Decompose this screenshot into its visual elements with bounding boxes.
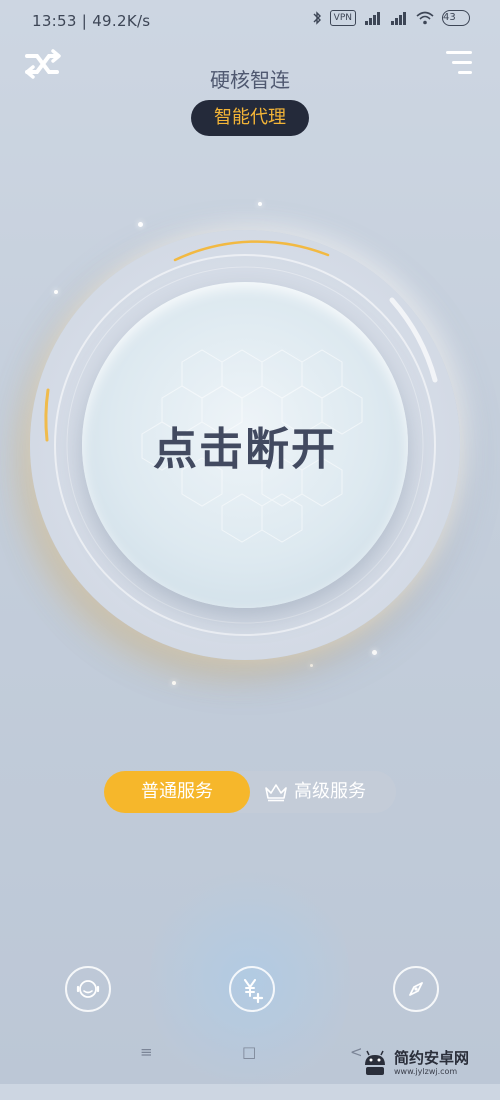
sparkle [258, 202, 262, 206]
yen-plus-icon [244, 979, 264, 1004]
sparkle [138, 222, 143, 227]
support-button[interactable] [65, 966, 111, 1012]
signal-icon [364, 11, 382, 25]
nav-home-button[interactable]: □ [242, 1043, 256, 1061]
proxy-mode-button[interactable]: 智能代理 [191, 100, 309, 136]
watermark-url: www.jylzwj.com [394, 1066, 458, 1076]
normal-service-tab[interactable]: 普通服务 [104, 771, 250, 813]
signal-icon-2 [390, 11, 408, 25]
service-toggle: 普通服务 高级服务 [104, 771, 396, 813]
nav-menu-button[interactable]: ≡ [140, 1043, 153, 1061]
app-title: 硬核智连 [210, 68, 290, 92]
status-time: 13:53 | 49.2K/s [32, 12, 151, 30]
android-logo-icon [365, 1050, 385, 1075]
support-icon [76, 980, 100, 998]
recharge-button[interactable] [229, 966, 275, 1012]
crown-icon [265, 784, 287, 802]
disconnect-button[interactable]: 点击断开 [82, 282, 408, 608]
premium-service-label: 高级服务 [294, 781, 366, 802]
status-icons: VPN 43 [312, 10, 470, 26]
battery-indicator: 43 [442, 10, 470, 26]
bluetooth-icon [312, 11, 322, 25]
vpn-badge: VPN [329, 10, 356, 26]
status-bar: 13:53 | 49.2K/s VPN 43 [0, 0, 500, 44]
connection-dial[interactable]: 点击断开 [30, 230, 460, 660]
premium-service-tab[interactable]: 高级服务 [264, 771, 396, 813]
compass-icon [409, 982, 423, 996]
watermark: 简约安卓网 www.jylzwj.com [360, 1040, 500, 1084]
sparkle [310, 664, 313, 667]
watermark-name: 简约安卓网 [394, 1048, 470, 1067]
sparkle [172, 681, 176, 685]
wifi-icon [416, 11, 434, 25]
explore-button[interactable] [393, 966, 439, 1012]
dial-label: 点击断开 [153, 424, 337, 475]
